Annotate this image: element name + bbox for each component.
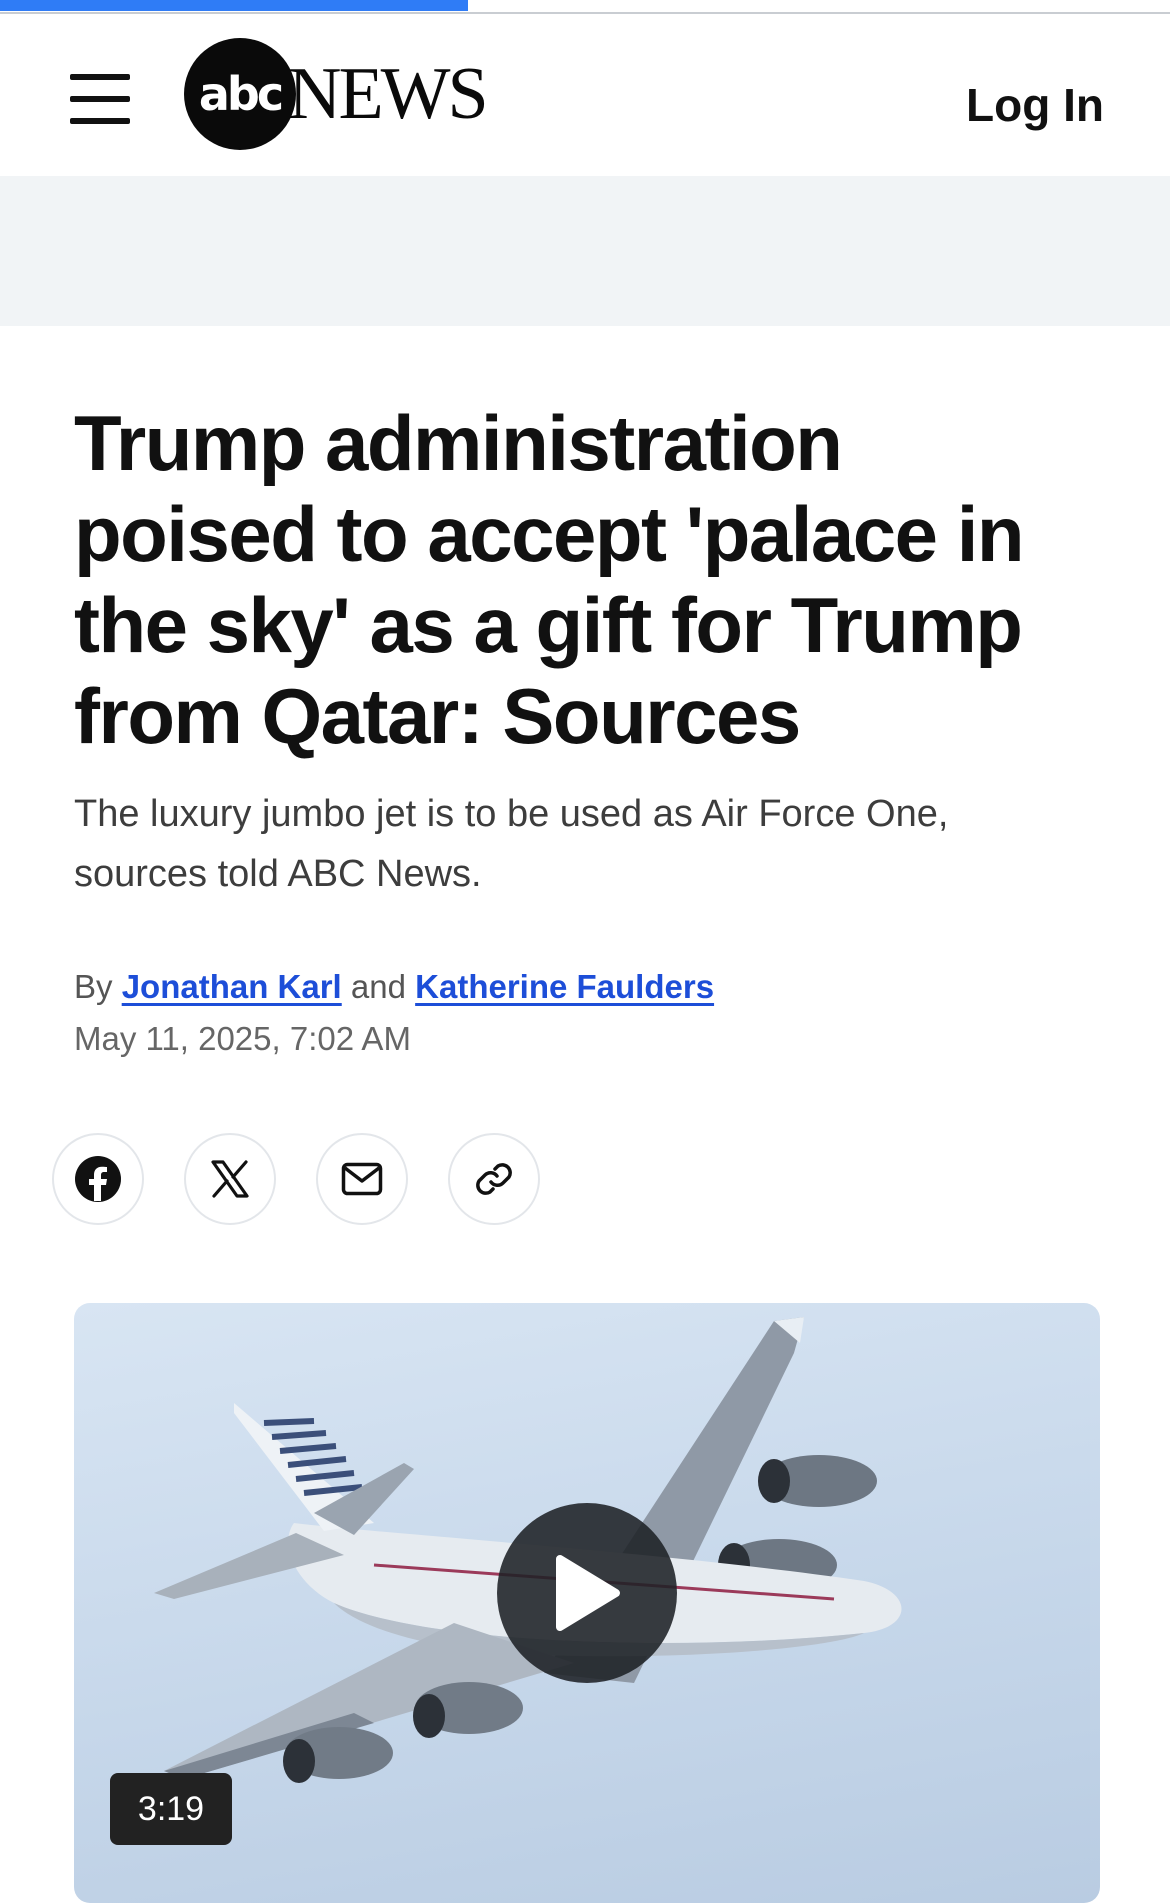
play-icon — [556, 1555, 620, 1631]
reading-progress-fill — [0, 0, 468, 11]
article-dek: The luxury jumbo jet is to be used as Ai… — [74, 793, 949, 895]
ad-slot — [0, 176, 1170, 326]
x-icon — [211, 1160, 249, 1198]
reading-progress-bar — [0, 0, 1170, 14]
site-header: abc NEWS Log In — [0, 14, 1170, 176]
play-button[interactable] — [497, 1503, 677, 1683]
video-player[interactable]: 3:19 — [74, 1303, 1100, 1903]
abc-logo-mark: abc — [184, 38, 296, 150]
hamburger-menu-icon[interactable] — [70, 74, 134, 124]
share-facebook-button[interactable] — [52, 1133, 144, 1225]
login-button[interactable]: Log In — [966, 78, 1104, 132]
video-duration-badge: 3:19 — [110, 1773, 232, 1845]
email-icon — [341, 1162, 383, 1196]
link-icon — [476, 1163, 512, 1195]
publish-date: May 11, 2025, 7:02 AM — [74, 1020, 411, 1057]
share-x-button[interactable] — [184, 1133, 276, 1225]
abc-news-logo[interactable]: abc NEWS — [184, 38, 489, 150]
byline-prefix: By — [74, 968, 113, 1005]
share-email-button[interactable] — [316, 1133, 408, 1225]
byline: By Jonathan Karl and Katherine Faulders — [74, 968, 714, 1006]
author-link-katherine-faulders[interactable]: Katherine Faulders — [415, 968, 714, 1005]
article-headline: Trump administration poised to accept 'p… — [74, 399, 1025, 760]
news-wordmark: NEWS — [288, 53, 489, 135]
facebook-icon — [75, 1156, 121, 1202]
share-copy-link-button[interactable] — [448, 1133, 540, 1225]
author-link-jonathan-karl[interactable]: Jonathan Karl — [122, 968, 342, 1005]
byline-conjunction: and — [350, 968, 406, 1005]
